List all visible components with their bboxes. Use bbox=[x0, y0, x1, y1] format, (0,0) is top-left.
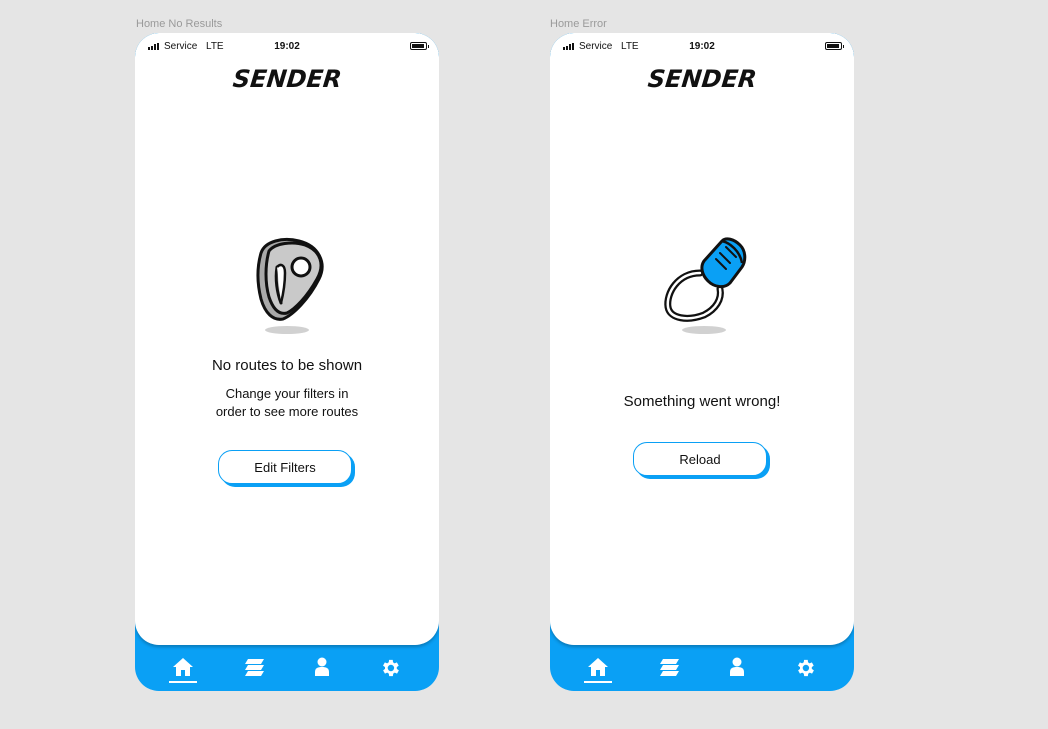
bottom-tab-bar bbox=[550, 645, 854, 691]
reload-button[interactable]: Reload bbox=[633, 442, 767, 476]
status-time: 19:02 bbox=[689, 41, 715, 52]
logo-wordmark: SENDER bbox=[231, 65, 343, 93]
logo-wordmark: SENDER bbox=[646, 65, 758, 93]
empty-state-description: Change your filters in order to see more… bbox=[135, 385, 439, 421]
screen: Service LTE 19:02 SENDER No routes to be… bbox=[135, 33, 439, 645]
app-logo: SENDER bbox=[550, 61, 854, 97]
belay-device-icon bbox=[256, 238, 324, 334]
status-bar: Service LTE 19:02 bbox=[550, 33, 854, 59]
app-logo: SENDER bbox=[135, 61, 439, 97]
phone-frame-no-results: Service LTE 19:02 SENDER No routes to be… bbox=[135, 33, 439, 691]
routes-tab[interactable] bbox=[236, 657, 272, 685]
profile-tab[interactable] bbox=[719, 657, 755, 685]
gear-icon bbox=[798, 659, 814, 677]
status-time: 19:02 bbox=[274, 41, 300, 52]
climbing-hold-ring-icon bbox=[664, 237, 747, 334]
description-line: Change your filters in bbox=[225, 386, 349, 401]
bottom-tab-bar bbox=[135, 645, 439, 691]
error-state-title: Something went wrong! bbox=[623, 393, 781, 410]
design-canvas: Home No Results Service LTE 19:02 SENDER bbox=[0, 0, 1048, 729]
battery-icon bbox=[410, 42, 429, 50]
user-icon bbox=[730, 657, 744, 676]
empty-state-title: No routes to be shown bbox=[211, 357, 363, 374]
home-icon bbox=[173, 658, 193, 676]
user-icon bbox=[315, 657, 329, 676]
frame-label: Home Error bbox=[550, 18, 607, 30]
layers-icon bbox=[660, 659, 679, 676]
settings-tab[interactable] bbox=[372, 657, 408, 685]
phone-frame-error: Service LTE 19:02 SENDER Something went … bbox=[550, 33, 854, 691]
routes-tab[interactable] bbox=[651, 657, 687, 685]
home-tab[interactable] bbox=[165, 657, 201, 685]
status-bar: Service LTE 19:02 bbox=[135, 33, 439, 59]
home-icon bbox=[588, 658, 608, 676]
settings-tab[interactable] bbox=[787, 657, 823, 685]
layers-icon bbox=[245, 659, 264, 676]
screen: Service LTE 19:02 SENDER Something went … bbox=[550, 33, 854, 645]
edit-filters-button[interactable]: Edit Filters bbox=[218, 450, 352, 484]
battery-icon bbox=[825, 42, 844, 50]
gear-icon bbox=[383, 659, 399, 677]
description-line: order to see more routes bbox=[215, 404, 359, 419]
home-tab[interactable] bbox=[580, 657, 616, 685]
frame-label: Home No Results bbox=[136, 18, 223, 30]
profile-tab[interactable] bbox=[304, 657, 340, 685]
